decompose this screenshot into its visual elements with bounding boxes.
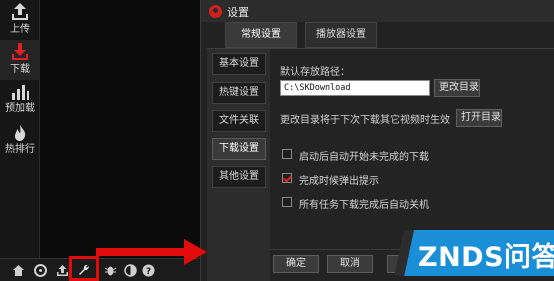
ok-button[interactable]: 确定 bbox=[273, 255, 319, 273]
upload-icon bbox=[12, 3, 28, 20]
auto-shutdown-checkbox[interactable] bbox=[282, 197, 292, 207]
sidebar-item-upload[interactable]: 上传 bbox=[0, 0, 40, 40]
dialog-title: 设置 bbox=[227, 6, 249, 19]
option-label: 完成时候弹出提示 bbox=[299, 176, 379, 187]
svg-text:?: ? bbox=[146, 267, 151, 277]
preload-icon bbox=[12, 85, 29, 100]
sidebar-item-label: 下载 bbox=[10, 64, 30, 75]
sidebar-item-label: 预加载 bbox=[5, 103, 35, 114]
sidebar-item-download[interactable]: 下载 bbox=[0, 40, 40, 80]
wrench-highlight-box bbox=[69, 256, 99, 281]
side-tab-basic[interactable]: 基本设置 bbox=[212, 53, 266, 75]
side-tab-other[interactable]: 其他设置 bbox=[212, 166, 266, 188]
side-tab-file-association[interactable]: 文件关联 bbox=[212, 110, 266, 132]
change-directory-button[interactable]: 更改目录 bbox=[434, 79, 480, 97]
save-path-field[interactable]: C:\SKDownload bbox=[280, 80, 430, 96]
settings-wheel-icon[interactable] bbox=[34, 264, 47, 277]
znds-watermark: ZNDS问答 bbox=[394, 230, 554, 276]
sidebar-item-hot-ranking[interactable]: 热排行 bbox=[0, 122, 40, 162]
save-path-label: 默认存放路径： bbox=[280, 67, 350, 78]
sidebar-item-label: 上传 bbox=[10, 24, 30, 35]
download-icon bbox=[12, 43, 28, 60]
hot-ranking-icon bbox=[15, 125, 26, 141]
side-tab-download[interactable]: 下载设置 bbox=[212, 138, 266, 160]
option-label: 启动后自动开始未完成的下载 bbox=[299, 152, 429, 163]
app-logo-icon bbox=[209, 5, 222, 18]
change-directory-note: 更改目录将于下次下载其它视频时生效 bbox=[280, 115, 450, 126]
sidebar-item-preload[interactable]: 预加载 bbox=[0, 81, 40, 121]
completion-popup-checkbox[interactable] bbox=[282, 173, 292, 183]
home-icon[interactable] bbox=[12, 264, 25, 277]
red-pointer-arrow bbox=[96, 239, 207, 265]
open-directory-button[interactable]: 打开目录 bbox=[456, 109, 502, 127]
upload-tray-icon[interactable] bbox=[56, 264, 69, 277]
empty-list-panel bbox=[40, 0, 200, 258]
dialog-titlebar[interactable]: 设置 bbox=[201, 0, 554, 22]
tab-general-settings[interactable]: 常规设置 bbox=[225, 22, 297, 48]
cancel-button[interactable]: 取消 bbox=[327, 255, 373, 273]
tab-player-settings[interactable]: 播放器设置 bbox=[305, 22, 377, 48]
sidebar-item-label: 热排行 bbox=[5, 144, 35, 155]
auto-resume-checkbox[interactable] bbox=[282, 149, 292, 159]
option-label: 所有任务下载完成后自动关机 bbox=[299, 200, 429, 211]
side-tab-hotkeys[interactable]: 热键设置 bbox=[212, 82, 266, 104]
watermark-text: ZNDS问答 bbox=[418, 242, 554, 273]
app-sidebar: 上传 下载 预加载 热排行 bbox=[0, 0, 40, 258]
